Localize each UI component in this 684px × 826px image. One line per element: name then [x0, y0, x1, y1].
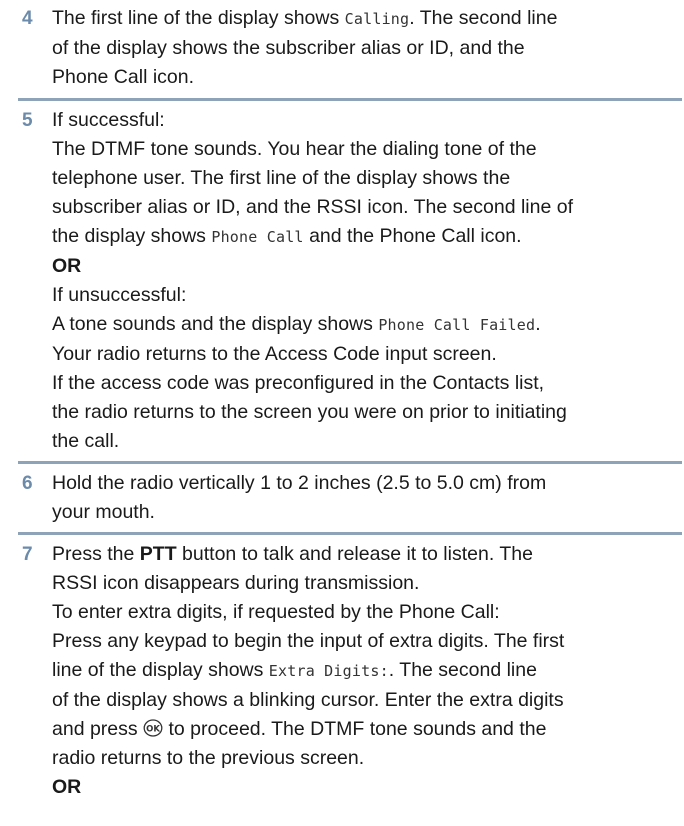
- step-number: 5: [22, 110, 33, 131]
- display-text-calling: Calling: [344, 10, 410, 28]
- or-label: OR: [52, 776, 82, 798]
- step-text: The first line of the display shows Call…: [52, 7, 558, 88]
- display-text-phone-call-failed: Phone Call Failed: [378, 316, 536, 334]
- step-text: Hold the radio vertically 1 to 2 inches …: [52, 472, 547, 523]
- step-text: Press the PTT button to talk and release…: [52, 540, 676, 802]
- step-number: 4: [22, 8, 33, 29]
- svg-text:OK: OK: [146, 724, 160, 734]
- step-5: 5 If successful: The DTMF tone sounds. Y…: [0, 101, 684, 461]
- display-text-phone-call: Phone Call: [211, 228, 304, 246]
- ok-button-icon: OK: [143, 718, 163, 738]
- display-text-extra-digits: Extra Digits:: [268, 662, 389, 680]
- or-label: OR: [52, 255, 82, 277]
- step-number: 6: [22, 473, 33, 494]
- ptt-button-label: PTT: [139, 543, 177, 565]
- step-4: 4 The first line of the display shows Ca…: [0, 0, 684, 98]
- manual-page: 4 The first line of the display shows Ca…: [0, 0, 684, 826]
- step-text: If successful: The DTMF tone sounds. You…: [52, 106, 676, 456]
- step-6: 6 Hold the radio vertically 1 to 2 inche…: [0, 464, 684, 532]
- step-7: 7 Press the PTT button to talk and relea…: [0, 535, 684, 802]
- step-number: 7: [22, 544, 33, 565]
